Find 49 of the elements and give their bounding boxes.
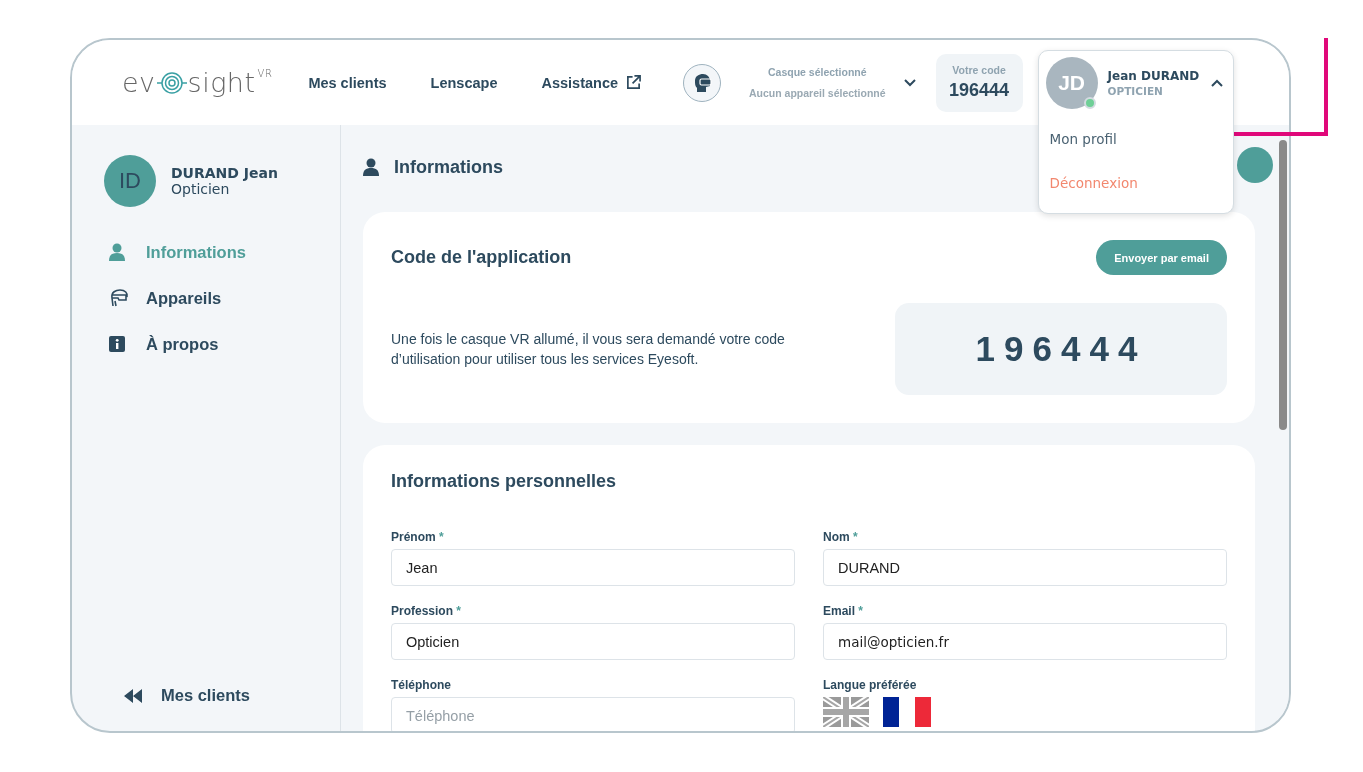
logo-text: sight [187,67,256,98]
code-value: 196444 [949,80,1010,101]
logo-superscript: VR [257,67,273,80]
headset-icon [692,72,713,93]
french-flag-button[interactable] [883,697,931,727]
input-field[interactable]: Téléphone [391,697,795,731]
field-label: Nom * [823,530,859,546]
field-label: Profession * [391,604,463,620]
headset-icon [109,289,129,307]
back-link[interactable]: Mes clients [124,686,340,705]
field-label: Langue préférée [823,678,918,694]
description-text: Une fois le casque VR allumé, il vous sera demandé votre code d’utilisation pour utiliser tous les services Eyesoft. [391,330,786,369]
scroll-thumb[interactable] [1279,140,1287,430]
profile-role: Opticien [171,181,231,197]
user-icon [109,243,125,261]
avatar: JD [1045,56,1098,109]
field-label: Email * [823,604,865,620]
input-field[interactable]: DURAND [823,549,1227,586]
field-label: Téléphone [391,678,452,694]
uk-flag-button[interactable] [823,697,869,727]
action-button[interactable] [1237,147,1273,183]
page-title: Informations [394,156,503,178]
double-arrow-left-icon [124,688,142,703]
user-name: Jean DURAND [1107,68,1201,83]
chevron-up-icon [1210,78,1223,87]
code-label: Votre code [952,64,1006,76]
user-role: OPTICIEN [1107,84,1164,97]
nav-link[interactable]: Assistance [541,74,619,91]
nav-link[interactable]: Lenscape [430,74,498,91]
device-label: Casque sélectionné [767,66,868,78]
logo-ring-icon [156,71,187,94]
field-label: Prénom * [391,530,445,546]
sidebar-item[interactable]: Appareils [104,275,340,321]
nav-link[interactable]: Mes clients [308,74,387,91]
sidebar-item[interactable]: À propos [104,321,340,367]
avatar: ID [104,155,156,207]
card-title: Informations personnelles [391,471,618,492]
input-field[interactable]: mail@opticien.fr [823,623,1227,660]
input-field[interactable]: Opticien [391,623,795,660]
headset-button[interactable] [683,63,722,102]
menu-item[interactable]: Mon profil [1049,129,1117,149]
input-field[interactable]: Jean [391,549,795,586]
card-title: Code de l'application [391,247,572,268]
info-icon [109,336,125,352]
chevron-down-icon [903,78,916,87]
profile-name: DURAND Jean [171,165,278,181]
app-code: 196444 [975,329,1147,369]
user-icon [363,158,379,176]
logo-text: ev [122,67,156,98]
